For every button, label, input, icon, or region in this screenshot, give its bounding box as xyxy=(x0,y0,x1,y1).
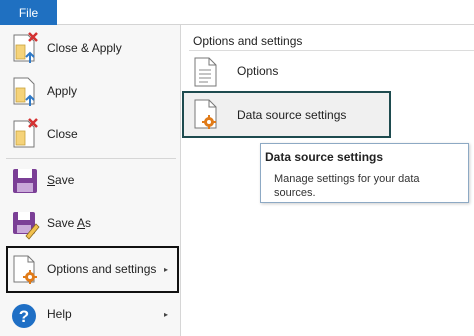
ribbon-tab-bar: File xyxy=(0,0,474,25)
submenu-item-label: Options xyxy=(237,64,279,78)
menu-item-apply[interactable]: Apply xyxy=(0,70,180,112)
submenu-item-label: Data source settings xyxy=(237,108,347,122)
submenu-title: Options and settings xyxy=(193,34,303,48)
menu-item-label: Help xyxy=(47,307,72,321)
menu-item-help[interactable]: ? Help ▸ xyxy=(0,293,180,335)
save-as-icon xyxy=(13,212,40,240)
menu-item-label: Save xyxy=(47,173,75,187)
menu-item-save[interactable]: Save xyxy=(0,159,180,201)
menu-item-label: Apply xyxy=(47,84,78,98)
file-tab[interactable]: File xyxy=(0,0,57,25)
submenu-item-data-source-settings[interactable]: Data source settings xyxy=(182,91,391,138)
menu-item-label: Close xyxy=(47,127,78,141)
data-source-settings-icon xyxy=(194,99,217,129)
tooltip-title: Data source settings xyxy=(265,150,384,164)
tooltip-body: Manage settings for your data sources. xyxy=(274,173,420,199)
menu-item-label: Save As xyxy=(47,216,92,230)
data-source-settings-tooltip: Data source settings Manage settings for… xyxy=(260,143,469,203)
submenu-item-options[interactable]: Options xyxy=(182,50,474,94)
apply-icon xyxy=(13,77,35,106)
menu-item-save-as[interactable]: Save As xyxy=(0,202,180,244)
options-document-icon xyxy=(194,57,217,87)
help-icon: ? xyxy=(12,304,36,328)
close-icon xyxy=(13,118,38,148)
file-tab-label: File xyxy=(18,5,39,20)
menu-item-close-apply[interactable]: Close & Apply xyxy=(0,27,180,69)
options-highlight-box xyxy=(6,246,179,293)
submenu-arrow-icon: ▸ xyxy=(164,309,169,319)
menu-item-label: Close & Apply xyxy=(47,41,122,55)
save-icon xyxy=(13,169,37,193)
menu-item-close[interactable]: Close xyxy=(0,113,180,155)
svg-text:?: ? xyxy=(19,307,29,326)
close-apply-icon xyxy=(13,32,38,63)
